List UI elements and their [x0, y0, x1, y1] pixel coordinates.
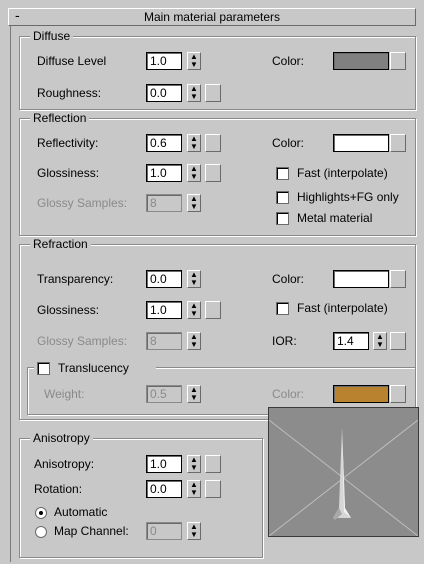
map-channel-input: 0: [146, 522, 182, 540]
refraction-samples-label: Glossy Samples:: [37, 334, 128, 348]
map-channel-radio[interactable]: [35, 526, 47, 538]
diffuse-level-label: Diffuse Level: [37, 54, 107, 68]
anisotropy-group-title: Anisotropy: [30, 431, 93, 445]
anisotropy-input[interactable]: 1.0: [146, 455, 182, 473]
translucency-color-label: Color:: [272, 387, 305, 401]
reflection-fast-label: Fast (interpolate): [297, 166, 388, 180]
reflection-glossiness-input[interactable]: 1.0: [146, 164, 182, 182]
rotation-map-button[interactable]: [205, 480, 221, 498]
diffuse-color-label: Color:: [272, 54, 305, 68]
refraction-color-swatch[interactable]: [333, 270, 389, 288]
reflection-color-swatch[interactable]: [333, 134, 389, 152]
transparency-spinner[interactable]: ▲ ▼: [187, 270, 201, 288]
panel-border: [10, 26, 11, 562]
highlights-fg-checkbox[interactable]: [276, 191, 289, 204]
rotation-label: Rotation:: [34, 482, 83, 496]
metal-material-checkbox[interactable]: [276, 212, 289, 225]
reflection-samples-spinner: ▲ ▼: [187, 194, 201, 212]
roughness-input[interactable]: 0.0: [146, 84, 182, 102]
anisotropy-map-button[interactable]: [205, 455, 221, 473]
rotation-spinner[interactable]: ▲ ▼: [187, 480, 201, 498]
refraction-glossiness-label: Glossiness:: [37, 303, 100, 317]
anisotropy-group: Anisotropy: [19, 431, 263, 558]
rotation-input[interactable]: 0.0: [146, 480, 182, 498]
transparency-input[interactable]: 0.0: [146, 270, 182, 288]
reflection-glossiness-spinner[interactable]: ▲ ▼: [187, 164, 201, 182]
roughness-spinner[interactable]: ▲ ▼: [187, 84, 201, 102]
translucency-weight-spinner: ▲ ▼: [187, 385, 201, 403]
metal-material-label: Metal material: [297, 211, 373, 225]
translucency-weight-label: Weight:: [44, 387, 85, 401]
rollout-header[interactable]: - Main material parameters: [8, 7, 416, 26]
reflection-samples-label: Glossy Samples:: [37, 196, 128, 210]
diffuse-group-title: Diffuse: [30, 29, 74, 43]
ior-map-button[interactable]: [390, 332, 406, 350]
reflection-samples-input: 8: [146, 194, 182, 212]
translucency-header: Translucency: [34, 360, 156, 376]
reflection-group-title: Reflection: [30, 111, 90, 125]
roughness-map-button[interactable]: [205, 84, 221, 102]
anisotropy-preview: [268, 407, 419, 537]
transparency-label: Transparency:: [37, 272, 114, 286]
automatic-label: Automatic: [54, 505, 108, 519]
reflection-color-label: Color:: [272, 136, 305, 150]
translucency-color-map-button[interactable]: [390, 385, 406, 403]
automatic-radio[interactable]: [35, 507, 47, 519]
reflection-fast-checkbox[interactable]: [276, 167, 289, 180]
translucency-color-swatch[interactable]: [333, 385, 389, 403]
anisotropy-label: Anisotropy:: [34, 457, 95, 471]
reflectivity-map-button[interactable]: [205, 134, 221, 152]
refraction-glossiness-map-button[interactable]: [205, 301, 221, 319]
reflectivity-input[interactable]: 0.6: [146, 134, 182, 152]
roughness-label: Roughness:: [37, 86, 102, 100]
refraction-samples-input: 8: [146, 332, 182, 350]
anisotropy-preview-graphic: [268, 408, 419, 537]
diffuse-level-input[interactable]: 1.0: [146, 52, 182, 70]
reflection-glossiness-map-button[interactable]: [205, 164, 221, 182]
translucency-checkbox[interactable]: [37, 362, 50, 375]
ior-label: IOR:: [272, 334, 297, 348]
reflection-glossiness-label: Glossiness:: [37, 166, 100, 180]
ior-spinner[interactable]: ▲ ▼: [373, 332, 387, 350]
diffuse-color-map-button[interactable]: [390, 52, 406, 70]
highlights-fg-label: Highlights+FG only: [297, 190, 399, 204]
refraction-fast-checkbox[interactable]: [276, 302, 289, 315]
refraction-color-label: Color:: [272, 272, 305, 286]
refraction-glossiness-spinner[interactable]: ▲ ▼: [187, 301, 201, 319]
diffuse-color-swatch[interactable]: [333, 52, 389, 70]
reflectivity-spinner[interactable]: ▲ ▼: [187, 134, 201, 152]
refraction-group-title: Refraction: [30, 237, 91, 251]
reflection-color-map-button[interactable]: [390, 134, 406, 152]
refraction-fast-label: Fast (interpolate): [297, 301, 388, 315]
anisotropy-spinner[interactable]: ▲ ▼: [187, 455, 201, 473]
translucency-label: Translucency: [58, 361, 129, 375]
map-channel-spinner: ▲ ▼: [187, 522, 201, 540]
map-channel-label: Map Channel:: [54, 524, 129, 538]
ior-input[interactable]: 1.4: [333, 332, 369, 350]
rollout-title: Main material parameters: [143, 10, 281, 24]
translucency-weight-input: 0.5: [146, 385, 182, 403]
refraction-color-map-button[interactable]: [390, 270, 406, 288]
reflectivity-label: Reflectivity:: [37, 136, 99, 150]
refraction-samples-spinner: ▲ ▼: [187, 332, 201, 350]
diffuse-level-spinner[interactable]: ▲ ▼: [187, 52, 201, 70]
refraction-glossiness-input[interactable]: 1.0: [146, 301, 182, 319]
